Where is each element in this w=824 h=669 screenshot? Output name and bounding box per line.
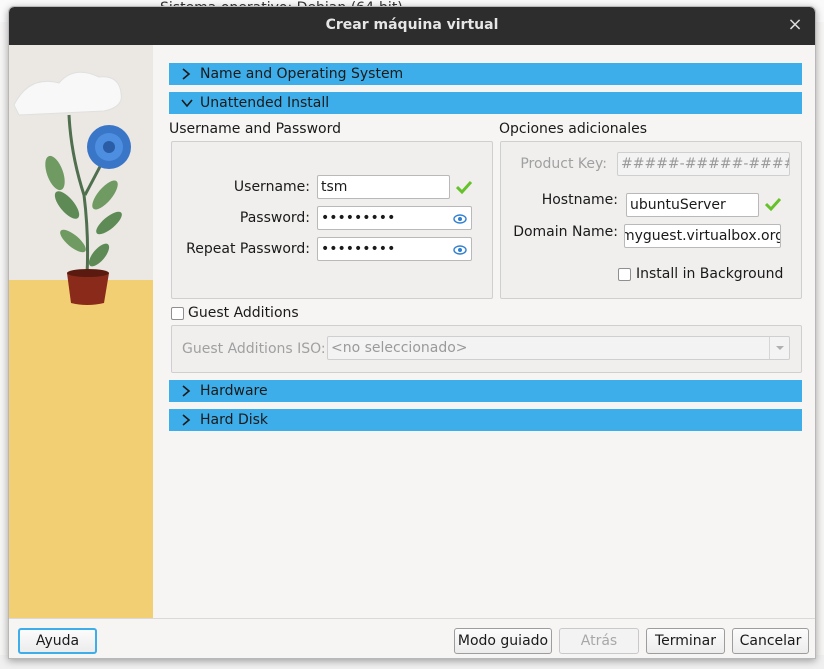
finish-button[interactable]: Terminar [646, 628, 725, 654]
credentials-group-title: Username and Password [169, 121, 341, 137]
show-repeat-password-eye-icon[interactable] [453, 243, 467, 257]
dropdown-arrow-icon[interactable] [769, 337, 789, 359]
chevron-right-icon [179, 380, 193, 402]
repeat-password-input[interactable]: ••••••••• [317, 237, 472, 261]
help-button[interactable]: Ayuda [18, 628, 97, 654]
section-hardware-label: Hardware [200, 383, 268, 399]
title-bar[interactable]: Crear máquina virtual × [9, 7, 815, 45]
show-password-eye-icon[interactable] [453, 212, 467, 226]
section-hard-disk-label: Hard Disk [200, 412, 269, 428]
guest-additions-iso-select[interactable]: <no seleccionado> [327, 336, 790, 360]
password-input[interactable]: ••••••••• [317, 206, 472, 230]
product-key-label: Product Key: [520, 156, 607, 172]
guest-additions-iso-value: <no seleccionado> [331, 340, 468, 356]
section-name-os[interactable]: Name and Operating System [169, 63, 802, 85]
domain-name-label: Domain Name: [513, 224, 618, 240]
install-background-label[interactable]: Install in Background [636, 266, 783, 282]
chevron-right-icon [179, 409, 193, 431]
section-unattended[interactable]: Unattended Install [169, 92, 802, 114]
repeat-password-label: Repeat Password: [186, 241, 310, 257]
button-bar: Ayuda Modo guiado Atrás Terminar Cancela… [9, 618, 815, 658]
guest-additions-label[interactable]: Guest Additions [188, 305, 299, 321]
username-label: Username: [233, 179, 310, 195]
chevron-right-icon [179, 63, 193, 85]
hostname-valid-check-icon [764, 197, 782, 212]
section-name-os-label: Name and Operating System [200, 66, 404, 82]
cancel-button[interactable]: Cancelar [732, 628, 809, 654]
close-icon[interactable]: × [785, 15, 805, 35]
options-group-title: Opciones adicionales [499, 121, 648, 137]
product-key-input[interactable]: #####-#####-#####-# [617, 152, 790, 176]
guided-mode-button[interactable]: Modo guiado [454, 628, 552, 654]
chevron-down-icon [179, 92, 193, 114]
back-button[interactable]: Atrás [559, 628, 639, 654]
domain-name-input[interactable]: myguest.virtualbox.org [624, 224, 781, 248]
wizard-illustration [9, 45, 153, 618]
guest-additions-checkbox[interactable] [171, 307, 184, 320]
username-valid-check-icon [455, 180, 473, 195]
install-background-checkbox[interactable] [618, 268, 631, 281]
username-input[interactable]: tsm [317, 175, 450, 199]
window-title: Crear máquina virtual [325, 17, 499, 33]
guest-additions-iso-label: Guest Additions ISO: [182, 341, 326, 357]
section-unattended-label: Unattended Install [200, 95, 330, 111]
password-label: Password: [239, 210, 310, 226]
create-vm-dialog: Crear máquina virtual × Name and Operati… [8, 6, 816, 659]
section-hardware[interactable]: Hardware [169, 380, 802, 402]
section-hard-disk[interactable]: Hard Disk [169, 409, 802, 431]
hostname-label: Hostname: [541, 192, 618, 208]
hostname-input[interactable]: ubuntuServer [626, 193, 759, 217]
